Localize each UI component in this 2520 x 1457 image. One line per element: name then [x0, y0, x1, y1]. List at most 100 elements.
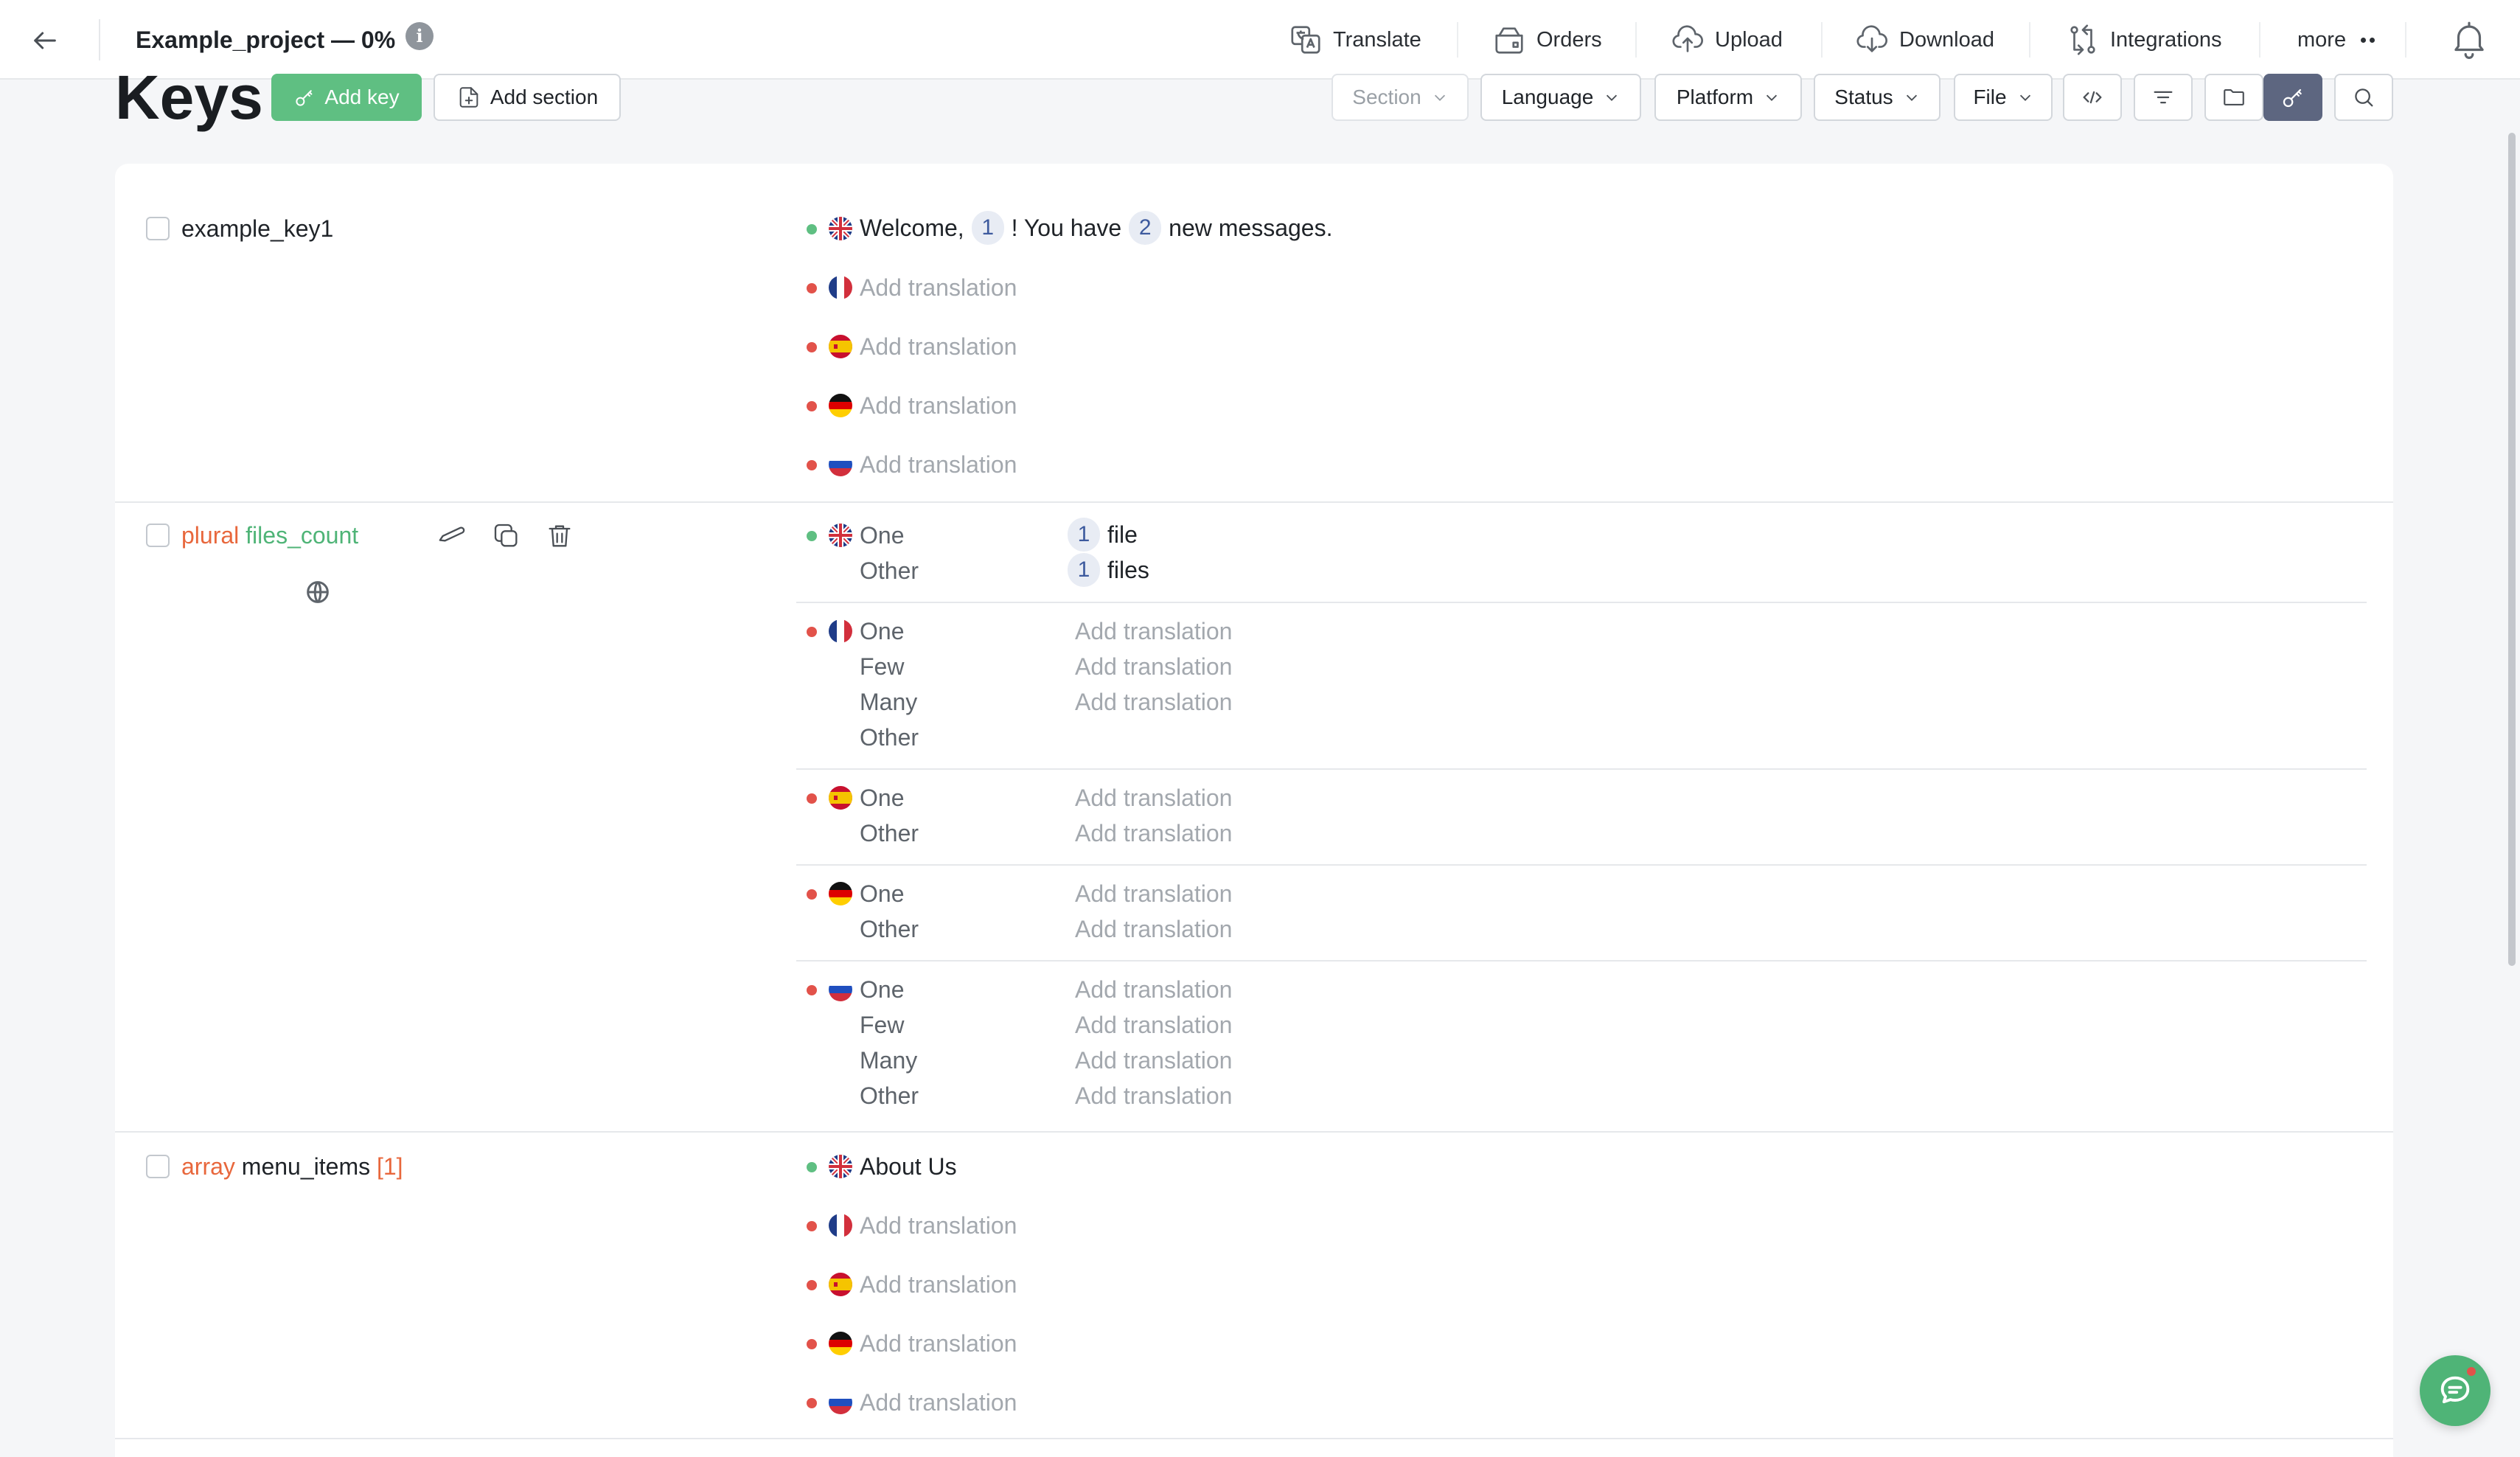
- language-filter[interactable]: Language: [1480, 74, 1641, 121]
- key-name[interactable]: example_key1: [181, 214, 333, 243]
- flag-de-icon: [829, 1332, 852, 1355]
- trash-icon: [549, 525, 571, 547]
- file-filter[interactable]: File: [1954, 74, 2053, 121]
- flag-ru-icon: [829, 978, 852, 1001]
- add-translation-es-one[interactable]: Add translation: [1075, 783, 1232, 813]
- add-section-button[interactable]: Add section: [434, 74, 621, 121]
- key-name[interactable]: array menu_items [1]: [181, 1152, 403, 1181]
- edit-icon: [439, 526, 465, 542]
- search-button[interactable]: [2334, 74, 2393, 121]
- nav-integrations-label: Integrations: [2110, 27, 2222, 52]
- divider: [1821, 22, 1823, 58]
- nav-download[interactable]: Download: [1855, 16, 1994, 63]
- sort-button[interactable]: [2134, 74, 2193, 121]
- file-filter-label: File: [1973, 86, 2007, 108]
- scrollbar-thumb[interactable]: [2508, 133, 2516, 966]
- flag-es-icon: [829, 786, 852, 810]
- add-translation-de-other[interactable]: Add translation: [1075, 914, 1232, 944]
- status-dot-done: [807, 531, 817, 541]
- flag-en-icon: [829, 1155, 852, 1178]
- code-view-button[interactable]: [2063, 74, 2122, 121]
- key-name[interactable]: plural files_count: [181, 521, 358, 550]
- flag-en-icon: [829, 217, 852, 240]
- info-icon[interactable]: i: [406, 22, 434, 50]
- add-translation-ru[interactable]: Add translation: [860, 1388, 1017, 1417]
- chevron-down-icon: [1607, 94, 1618, 101]
- sub-divider: [796, 768, 2367, 770]
- row-divider: [115, 501, 2393, 503]
- edit-key-button[interactable]: [435, 519, 469, 553]
- bell-icon[interactable]: [2448, 18, 2491, 60]
- nav-upload[interactable]: Upload: [1671, 16, 1783, 63]
- divider: [2405, 22, 2406, 58]
- nav-integrations[interactable]: Integrations: [2066, 16, 2222, 63]
- platform-filter-label: Platform: [1676, 86, 1754, 108]
- folder-view-button[interactable]: [2204, 74, 2263, 121]
- add-translation-fr[interactable]: Add translation: [860, 1211, 1017, 1240]
- translation-en-one[interactable]: 1 file: [1068, 518, 1138, 552]
- flag-es-icon: [829, 335, 852, 358]
- chevron-down-icon: [1906, 94, 1917, 101]
- add-translation-ru[interactable]: Add translation: [860, 450, 1017, 479]
- add-translation-ru-other[interactable]: Add translation: [1075, 1081, 1232, 1110]
- add-translation-de[interactable]: Add translation: [860, 391, 1017, 420]
- divider: [1457, 22, 1458, 58]
- divider: [1635, 22, 1637, 58]
- status-dot-done: [807, 224, 817, 234]
- folder-icon: [2224, 89, 2244, 105]
- sub-divider: [796, 602, 2367, 603]
- plural-form-label: One: [860, 976, 905, 1003]
- status-dot-missing: [807, 627, 817, 637]
- add-translation-fr-one[interactable]: Add translation: [1075, 616, 1232, 646]
- key-checkbox[interactable]: [146, 217, 170, 240]
- add-translation-fr[interactable]: Add translation: [860, 273, 1017, 302]
- plural-form-label: Other: [860, 724, 919, 751]
- globe-icon[interactable]: [301, 575, 335, 609]
- chat-icon: [2440, 1376, 2470, 1404]
- nav-orders[interactable]: Orders: [1492, 16, 1602, 63]
- translate-icon: [1291, 26, 1320, 54]
- add-translation-de[interactable]: Add translation: [860, 1329, 1017, 1358]
- section-filter[interactable]: Section: [1332, 74, 1469, 121]
- add-translation-fr-few[interactable]: Add translation: [1075, 652, 1232, 681]
- sub-divider: [796, 864, 2367, 866]
- status-filter[interactable]: Status: [1814, 74, 1941, 121]
- nav-translate[interactable]: Translate: [1289, 16, 1421, 63]
- search-icon: [2355, 88, 2373, 107]
- add-key-button[interactable]: Add key: [271, 74, 422, 121]
- add-section-label: Add section: [490, 86, 599, 108]
- add-translation-de-one[interactable]: Add translation: [1075, 879, 1232, 908]
- nav-download-label: Download: [1899, 27, 1994, 52]
- key-view-button[interactable]: [2263, 74, 2322, 121]
- key-checkbox[interactable]: [146, 1155, 170, 1178]
- row-divider: [115, 1438, 2393, 1439]
- section-filter-label: Section: [1352, 86, 1421, 108]
- delete-key-button[interactable]: [543, 519, 577, 553]
- copy-key-button[interactable]: [490, 519, 523, 553]
- translation-en[interactable]: About Us: [860, 1152, 957, 1181]
- project-title[interactable]: Example_project — 0%: [136, 21, 395, 59]
- add-translation-ru-few[interactable]: Add translation: [1075, 1010, 1232, 1040]
- page-title: Keys: [115, 63, 263, 132]
- notification-badge: [2465, 1366, 2477, 1377]
- add-section-icon: [459, 87, 478, 108]
- nav-more[interactable]: more: [2297, 16, 2375, 63]
- add-translation-fr-many[interactable]: Add translation: [1075, 687, 1232, 717]
- plural-form-label: Many: [860, 1047, 918, 1074]
- back-arrow-icon[interactable]: [27, 22, 63, 59]
- add-translation-es-other[interactable]: Add translation: [1075, 818, 1232, 848]
- translation-en[interactable]: Welcome, 1 ! You have 2 new messages.: [860, 211, 1332, 245]
- platform-filter[interactable]: Platform: [1654, 74, 1802, 121]
- key-checkbox[interactable]: [146, 524, 170, 547]
- status-dot-missing: [807, 1398, 817, 1408]
- add-translation-es[interactable]: Add translation: [860, 332, 1017, 361]
- flag-de-icon: [829, 394, 852, 417]
- chevron-down-icon: [2019, 94, 2030, 101]
- plural-form-label: Other: [860, 557, 919, 584]
- translation-en-other[interactable]: 1 files: [1068, 553, 1149, 587]
- add-translation-ru-many[interactable]: Add translation: [1075, 1046, 1232, 1075]
- status-dot-missing: [807, 283, 817, 293]
- add-translation-es[interactable]: Add translation: [860, 1270, 1017, 1299]
- chat-button[interactable]: [2420, 1355, 2491, 1426]
- add-translation-ru-one[interactable]: Add translation: [1075, 975, 1232, 1004]
